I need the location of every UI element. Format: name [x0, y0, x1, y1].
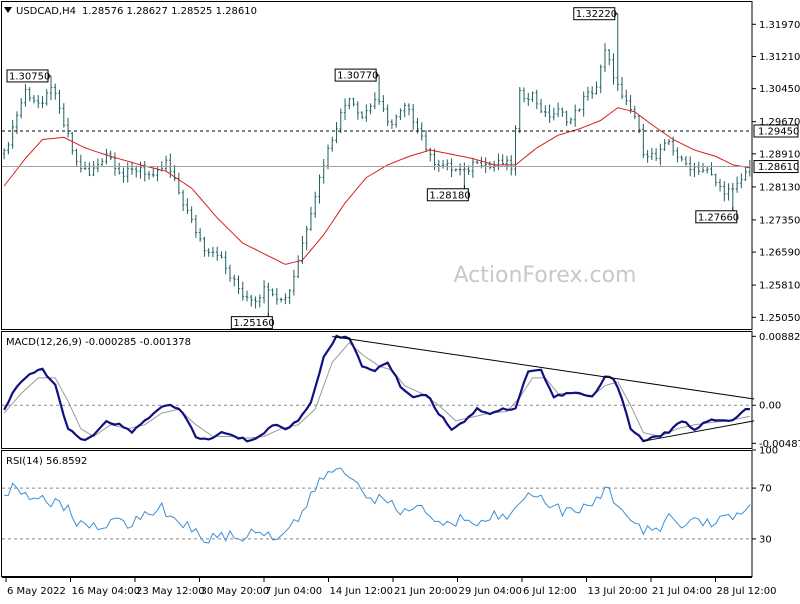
chart-canvas: 1.319701.312101.304501.296701.289101.281… [0, 0, 800, 600]
swing-label: 1.30750 [9, 71, 50, 82]
time-axis-label: 14 Jun 12:00 [330, 586, 394, 597]
price-axis-label: 1.31970 [759, 20, 800, 31]
chart-header: USDCAD,H4 1.28576 1.28627 1.28525 1.2861… [4, 6, 257, 17]
usdcad-h4-chart: 1.319701.312101.304501.296701.289101.281… [0, 0, 800, 600]
rsi-title: RSI(14) 56.8592 [6, 456, 87, 467]
swing-label: 1.32220 [576, 9, 617, 20]
time-axis-label: 21 Jul 04:00 [652, 586, 712, 597]
price-axis-label: 1.25810 [759, 281, 800, 292]
price-axis-label: 1.30450 [759, 84, 800, 95]
last-price-label: 1.28610 [758, 162, 799, 173]
time-axis-label: 16 May 04:00 [72, 586, 141, 597]
time-axis-label: 6 May 2022 [7, 586, 66, 597]
time-axis-label: 30 May 20:00 [201, 586, 270, 597]
time-axis-label: 28 Jul 12:00 [717, 586, 777, 597]
price-axis-label: 1.26590 [759, 248, 800, 259]
price-axis-label: 1.31210 [759, 52, 800, 63]
macd-axis-label: 0.00882 [759, 332, 800, 343]
time-axis-label: 13 Jul 20:00 [588, 586, 648, 597]
time-axis-label: 23 May 12:00 [136, 586, 205, 597]
chart-background [0, 0, 800, 600]
macd-title: MACD(12,26,9) -0.000285 -0.001378 [6, 337, 191, 348]
price-axis-label: 1.28130 [759, 182, 800, 193]
time-axis-label: 21 Jun 20:00 [394, 586, 458, 597]
swing-label: 1.25160 [233, 318, 274, 329]
watermark: ActionForex.com [454, 263, 637, 288]
symbol-label: USDCAD,H4 [16, 6, 76, 17]
swing-label: 1.28180 [429, 190, 470, 201]
rsi-axis-label: 100 [759, 446, 778, 457]
price-axis-label: 1.27350 [759, 215, 800, 226]
price-axis-label: 1.25050 [759, 313, 800, 324]
rsi-axis-label: 30 [759, 534, 772, 545]
rsi-axis-label: 70 [759, 484, 772, 495]
time-axis-label: 29 Jun 04:00 [459, 586, 523, 597]
level-price-label: 1.29450 [758, 126, 799, 137]
ohlc-values: 1.28576 1.28627 1.28525 1.28610 [82, 6, 257, 17]
time-axis-label: 6 Jul 12:00 [523, 586, 577, 597]
time-axis-label: 7 Jun 04:00 [265, 586, 322, 597]
swing-label: 1.27660 [698, 212, 739, 223]
price-axis-label: 1.28910 [759, 149, 800, 160]
swing-label: 1.30770 [337, 71, 378, 82]
macd-axis-label: 0.00 [759, 401, 781, 412]
